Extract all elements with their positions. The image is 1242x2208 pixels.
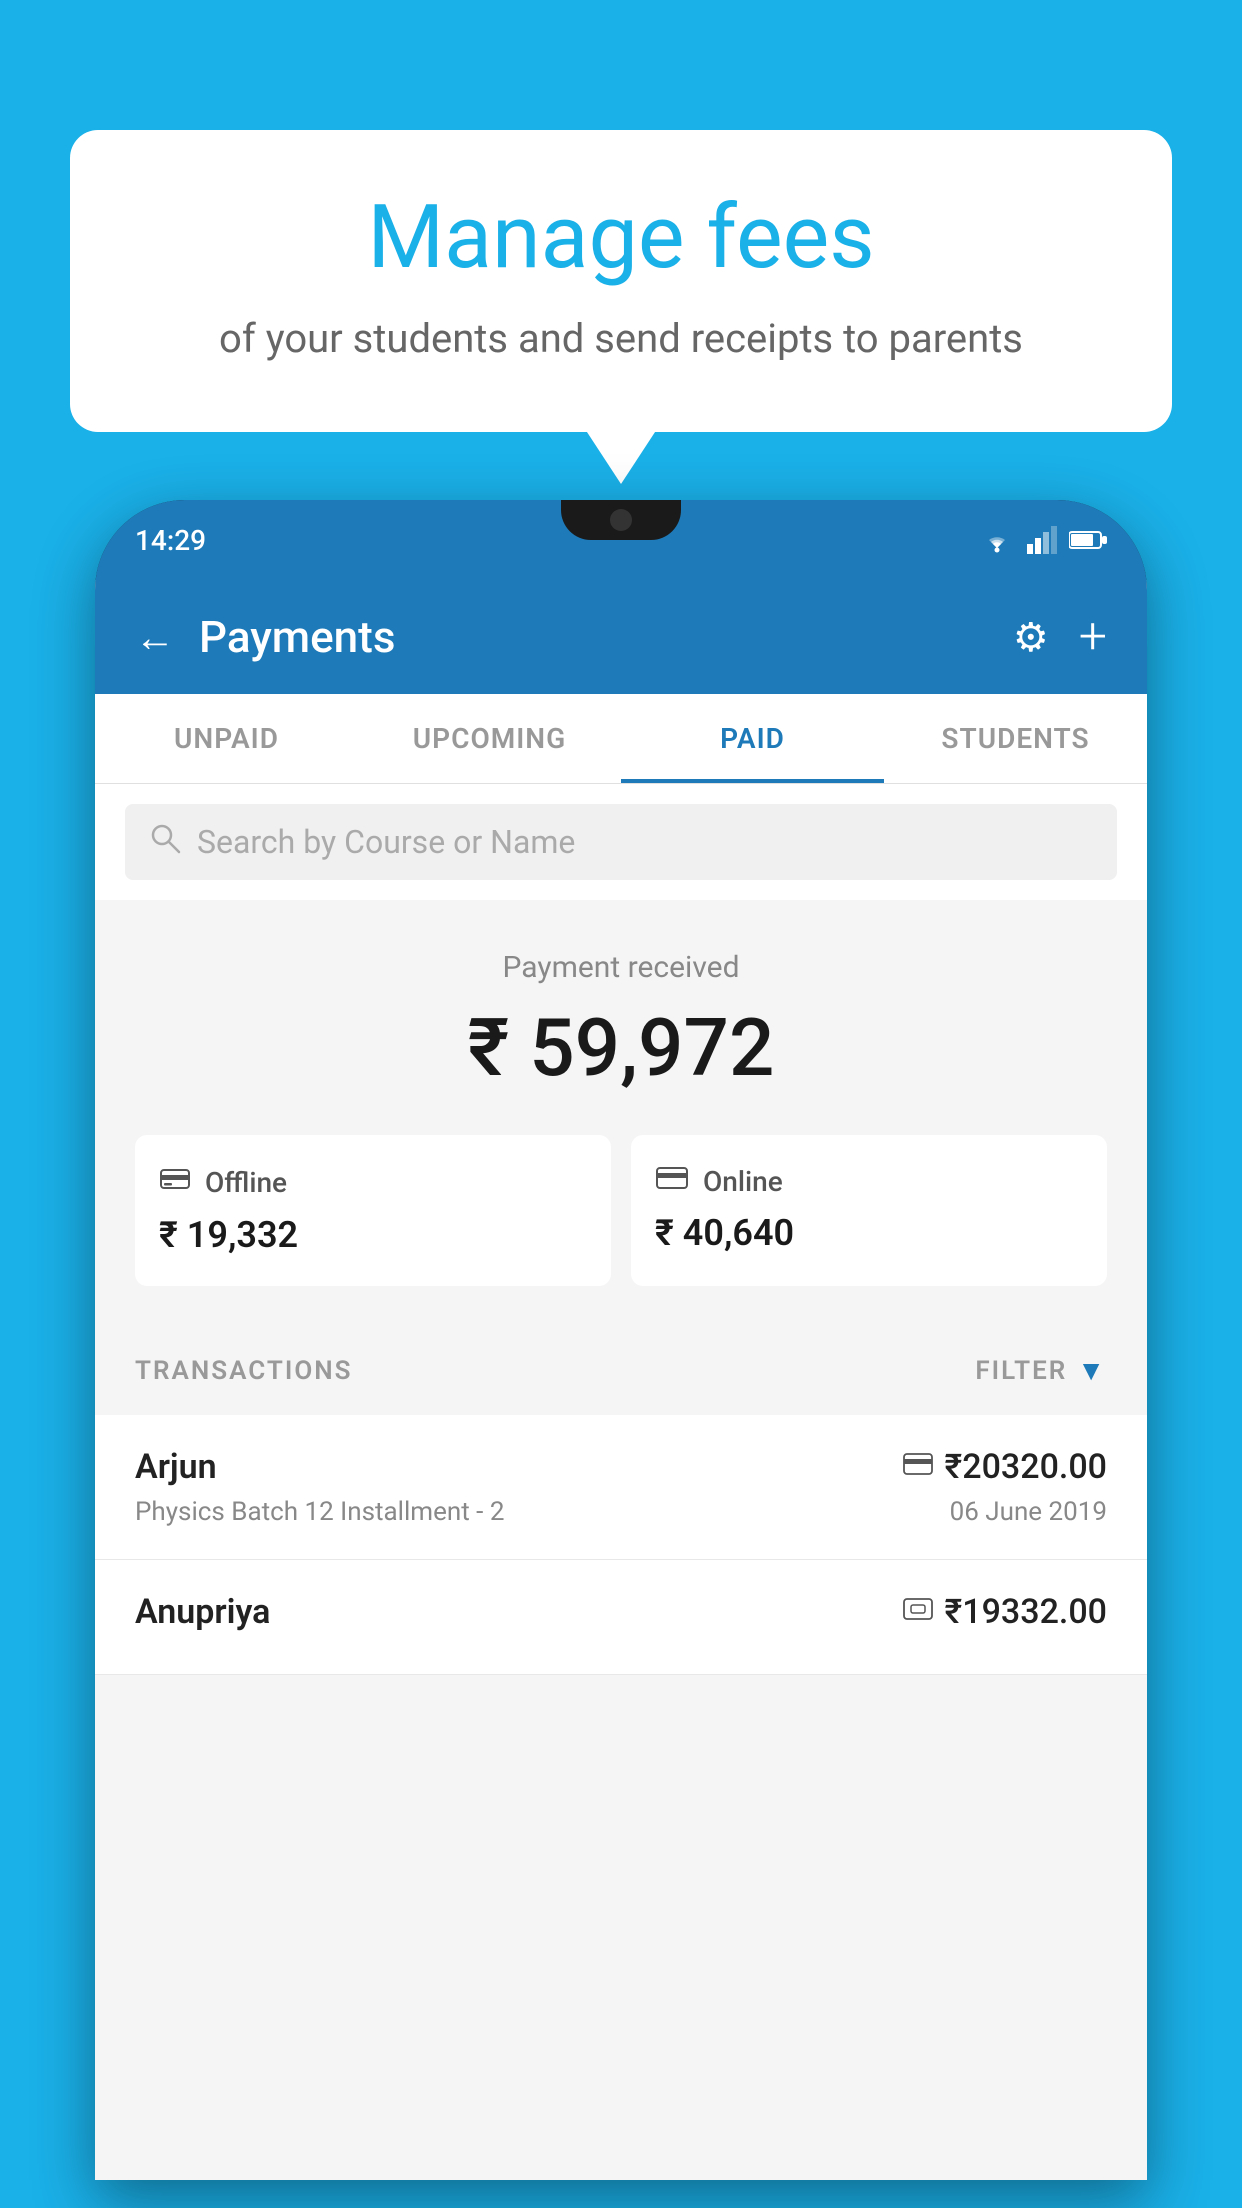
header-left: ← Payments: [135, 611, 395, 663]
speech-bubble: Manage fees of your students and send re…: [70, 130, 1172, 432]
transaction-method-icon-anupriya: [903, 1597, 933, 1628]
transaction-amount-arjun: ₹20320.00: [945, 1447, 1107, 1487]
status-time: 14:29: [135, 524, 206, 557]
search-bar[interactable]: Search by Course or Name: [125, 804, 1117, 880]
payment-summary: Payment received ₹ 59,972: [95, 900, 1147, 1326]
speech-bubble-wrapper: Manage fees of your students and send re…: [70, 130, 1172, 432]
payment-received-label: Payment received: [135, 950, 1107, 985]
phone-wrapper: 14:29: [95, 500, 1147, 2208]
online-card-amount: ₹ 40,640: [655, 1212, 1083, 1254]
transaction-row-anupriya: Anupriya ₹19332.00: [95, 1560, 1147, 1675]
online-icon: [655, 1165, 689, 1198]
online-card-header: Online: [655, 1165, 1083, 1198]
transaction-amount-anupriya: ₹19332.00: [945, 1592, 1107, 1632]
app-header: ← Payments ⚙ +: [95, 580, 1147, 694]
transaction-amount-wrapper-anupriya: ₹19332.00: [903, 1592, 1107, 1632]
offline-icon: [159, 1165, 191, 1200]
transaction-date-arjun: 06 June 2019: [950, 1497, 1107, 1527]
tab-students[interactable]: STUDENTS: [884, 694, 1147, 783]
transactions-header: TRANSACTIONS FILTER ▼: [95, 1326, 1147, 1415]
transaction-method-icon-arjun: [903, 1452, 933, 1483]
search-icon: [149, 822, 181, 862]
search-container: Search by Course or Name: [95, 784, 1147, 900]
header-right: ⚙ +: [1013, 608, 1107, 666]
tabs: UNPAID UPCOMING PAID STUDENTS: [95, 694, 1147, 784]
transaction-bottom-arjun: Physics Batch 12 Installment - 2 06 June…: [135, 1497, 1107, 1527]
offline-card-type: Offline: [205, 1166, 287, 1199]
status-bar: 14:29: [95, 500, 1147, 580]
online-payment-card: Online ₹ 40,640: [631, 1135, 1107, 1286]
notch: [561, 500, 681, 540]
offline-card-amount: ₹ 19,332: [159, 1214, 587, 1256]
transaction-top-anupriya: Anupriya ₹19332.00: [135, 1592, 1107, 1632]
battery-icon: [1069, 529, 1107, 551]
bubble-title: Manage fees: [150, 190, 1092, 287]
back-button[interactable]: ←: [135, 614, 175, 661]
transaction-top-arjun: Arjun ₹20320.00: [135, 1447, 1107, 1487]
add-icon[interactable]: +: [1079, 608, 1107, 666]
camera: [610, 509, 632, 531]
status-icons: [979, 526, 1107, 554]
filter-label: FILTER: [975, 1356, 1067, 1386]
filter-button[interactable]: FILTER ▼: [975, 1354, 1107, 1387]
search-placeholder: Search by Course or Name: [197, 823, 575, 861]
transaction-course-arjun: Physics Batch 12 Installment - 2: [135, 1497, 504, 1527]
app-screen: ← Payments ⚙ + UNPAID UPCOMING PAID STUD…: [95, 580, 1147, 2180]
transaction-amount-wrapper-arjun: ₹20320.00: [903, 1447, 1107, 1487]
transactions-label: TRANSACTIONS: [135, 1356, 353, 1386]
tab-unpaid[interactable]: UNPAID: [95, 694, 358, 783]
wifi-icon: [979, 526, 1015, 554]
transaction-row: Arjun ₹20320.00 Physics Batch 12 Install…: [95, 1415, 1147, 1560]
tab-upcoming[interactable]: UPCOMING: [358, 694, 621, 783]
offline-card-header: Offline: [159, 1165, 587, 1200]
phone-mockup: 14:29: [95, 500, 1147, 2180]
online-card-type: Online: [703, 1165, 783, 1198]
page-title: Payments: [199, 611, 395, 663]
transaction-name-anupriya: Anupriya: [135, 1592, 270, 1632]
tab-paid[interactable]: PAID: [621, 694, 884, 783]
payment-cards: Offline ₹ 19,332: [135, 1135, 1107, 1286]
payment-total-amount: ₹ 59,972: [135, 1001, 1107, 1095]
signal-icon: [1027, 526, 1057, 554]
settings-icon[interactable]: ⚙: [1013, 614, 1049, 661]
transaction-name-arjun: Arjun: [135, 1447, 217, 1487]
bubble-subtitle: of your students and send receipts to pa…: [150, 315, 1092, 362]
filter-icon: ▼: [1077, 1354, 1107, 1387]
offline-payment-card: Offline ₹ 19,332: [135, 1135, 611, 1286]
